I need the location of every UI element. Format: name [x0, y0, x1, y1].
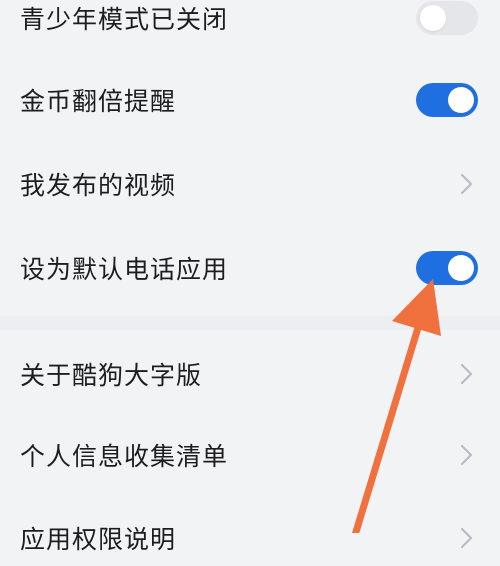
section-divider	[0, 316, 500, 330]
default-phone-app-toggle[interactable]	[416, 251, 478, 285]
setting-row-about-kugou[interactable]: 关于酷狗大字版	[0, 346, 500, 402]
setting-row-default-phone-app[interactable]: 设为默认电话应用	[0, 240, 500, 296]
setting-row-coin-double-reminder[interactable]: 金币翻倍提醒	[0, 72, 500, 128]
toggle-knob	[420, 5, 446, 31]
setting-label: 应用权限说明	[20, 525, 177, 554]
setting-label: 金币翻倍提醒	[20, 87, 177, 116]
setting-label: 关于酷狗大字版	[20, 361, 203, 390]
chevron-right-icon	[460, 444, 473, 466]
chevron-right-icon	[460, 363, 473, 385]
setting-label: 青少年模式已关闭	[20, 5, 229, 34]
setting-label: 设为默认电话应用	[20, 255, 229, 284]
setting-label: 个人信息收集清单	[20, 442, 229, 471]
teen-mode-toggle[interactable]	[416, 1, 478, 35]
setting-row-teen-mode[interactable]: 青少年模式已关闭	[0, 0, 500, 40]
toggle-knob	[448, 255, 474, 281]
setting-row-app-permissions[interactable]: 应用权限说明	[0, 510, 500, 566]
toggle-knob	[448, 87, 474, 113]
coin-double-reminder-toggle[interactable]	[416, 83, 478, 117]
chevron-right-icon	[460, 527, 473, 549]
setting-label: 我发布的视频	[20, 171, 177, 200]
setting-row-personal-info-list[interactable]: 个人信息收集清单	[0, 427, 500, 483]
setting-row-my-videos[interactable]: 我发布的视频	[0, 156, 500, 212]
chevron-right-icon	[460, 173, 473, 195]
